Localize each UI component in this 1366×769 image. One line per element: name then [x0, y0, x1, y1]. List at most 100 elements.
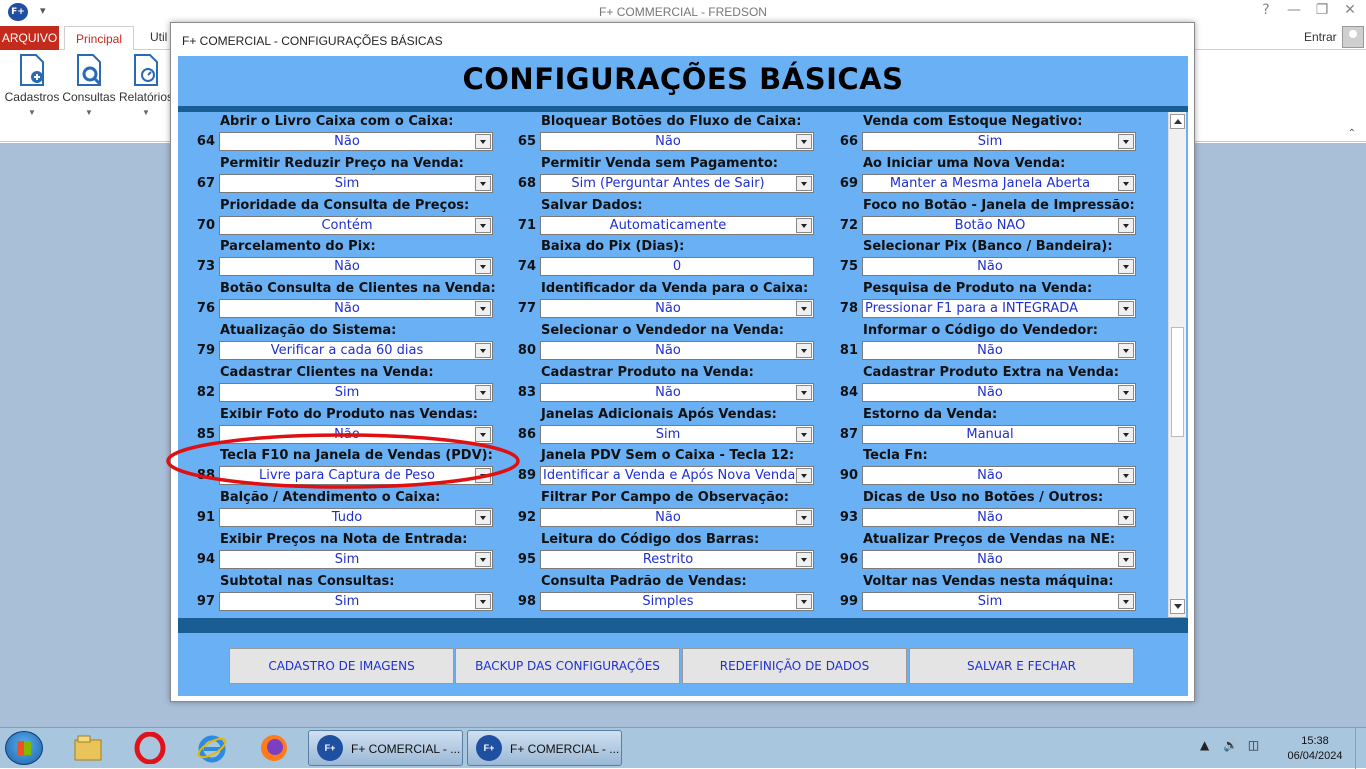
setting-combo-82[interactable]: Sim — [219, 383, 493, 402]
dropdown-arrow-icon[interactable] — [475, 218, 491, 233]
setting-combo-97[interactable]: Sim — [219, 592, 493, 611]
tab-principal[interactable]: Principal — [64, 26, 134, 51]
opera-icon[interactable] — [134, 732, 166, 764]
dropdown-arrow-icon[interactable] — [475, 510, 491, 525]
setting-combo-85[interactable]: Não — [219, 425, 493, 444]
dropdown-arrow-icon[interactable] — [1118, 301, 1134, 316]
dropdown-arrow-icon[interactable] — [1118, 510, 1134, 525]
internet-explorer-icon[interactable] — [196, 732, 228, 764]
dropdown-arrow-icon[interactable] — [475, 468, 491, 483]
close-icon[interactable]: ✕ — [1338, 2, 1362, 18]
setting-combo-80[interactable]: Não — [540, 341, 814, 360]
setting-combo-90[interactable]: Não — [862, 466, 1136, 485]
start-button[interactable] — [5, 731, 43, 765]
dropdown-arrow-icon[interactable] — [475, 259, 491, 274]
dropdown-arrow-icon[interactable] — [475, 427, 491, 442]
setting-combo-86[interactable]: Sim — [540, 425, 814, 444]
firefox-icon[interactable] — [258, 732, 290, 764]
show-desktop-button[interactable] — [1355, 728, 1366, 769]
setting-combo-96[interactable]: Não — [862, 550, 1136, 569]
dropdown-arrow-icon[interactable] — [796, 552, 812, 567]
setting-combo-75[interactable]: Não — [862, 257, 1136, 276]
setting-combo-81[interactable]: Não — [862, 341, 1136, 360]
dropdown-arrow-icon[interactable] — [1118, 343, 1134, 358]
dropdown-arrow-icon[interactable] — [796, 594, 812, 609]
setting-combo-84[interactable]: Não — [862, 383, 1136, 402]
dropdown-arrow-icon[interactable] — [796, 385, 812, 400]
network-icon[interactable]: ◫ — [1248, 738, 1259, 752]
clock[interactable]: 15:38 06/04/2024 — [1280, 734, 1350, 764]
tray-expand-icon[interactable]: ▲ — [1200, 738, 1209, 752]
chevron-up-icon[interactable]: ⌃ — [1348, 128, 1356, 139]
dropdown-arrow-icon[interactable] — [475, 343, 491, 358]
tab-arquivo[interactable]: ARQUIVO — [0, 26, 59, 50]
setting-combo-72[interactable]: Botão NÃO — [862, 216, 1136, 235]
minimize-icon[interactable]: — — [1282, 2, 1306, 18]
cadastros-button[interactable]: Cadastros ▼ — [4, 54, 60, 117]
settings-scroll-area[interactable]: Abrir o Livro Caixa com o Caixa: 64 Não Blo… — [178, 112, 1188, 617]
scroll-up-icon[interactable] — [1170, 114, 1185, 129]
cadastro-de-imagens-button[interactable]: CADASTRO DE IMAGENS — [229, 648, 454, 684]
backup-configuracoes-button[interactable]: BACKUP DAS CONFIGURAÇÕES — [455, 648, 680, 684]
setting-combo-64[interactable]: Não — [219, 132, 493, 151]
sign-in-link[interactable]: Entrar — [1304, 30, 1337, 44]
setting-combo-78[interactable]: Pressionar F1 para a INTEGRADA — [862, 299, 1136, 318]
setting-combo-71[interactable]: Automaticamente — [540, 216, 814, 235]
dropdown-arrow-icon[interactable] — [475, 594, 491, 609]
setting-input-74[interactable]: 0 — [540, 257, 814, 276]
consultas-button[interactable]: Consultas ▼ — [61, 54, 117, 117]
dropdown-arrow-icon[interactable] — [796, 134, 812, 149]
vertical-scrollbar[interactable] — [1168, 112, 1186, 617]
volume-icon[interactable]: 🔊 — [1223, 738, 1238, 752]
setting-combo-70[interactable]: Contém — [219, 216, 493, 235]
redefinicao-de-dados-button[interactable]: REDEFINIÇÃO DE DADOS — [682, 648, 907, 684]
dropdown-arrow-icon[interactable] — [1118, 218, 1134, 233]
dropdown-arrow-icon[interactable] — [1118, 468, 1134, 483]
setting-combo-92[interactable]: Não — [540, 508, 814, 527]
setting-combo-88[interactable]: Livre para Captura de Peso — [219, 466, 493, 485]
setting-combo-95[interactable]: Restrito — [540, 550, 814, 569]
dropdown-arrow-icon[interactable] — [1118, 259, 1134, 274]
setting-combo-79[interactable]: Verificar a cada 60 dias — [219, 341, 493, 360]
dropdown-arrow-icon[interactable] — [1118, 427, 1134, 442]
dropdown-arrow-icon[interactable] — [475, 301, 491, 316]
setting-combo-87[interactable]: Manual — [862, 425, 1136, 444]
setting-combo-98[interactable]: Simples — [540, 592, 814, 611]
setting-combo-93[interactable]: Não — [862, 508, 1136, 527]
dropdown-arrow-icon[interactable] — [475, 176, 491, 191]
setting-combo-66[interactable]: Sim — [862, 132, 1136, 151]
windows-explorer-icon[interactable] — [72, 732, 104, 764]
salvar-e-fechar-button[interactable]: SALVAR E FECHAR — [909, 648, 1134, 684]
setting-combo-94[interactable]: Sim — [219, 550, 493, 569]
dropdown-arrow-icon[interactable] — [1118, 594, 1134, 609]
dropdown-arrow-icon[interactable] — [1118, 176, 1134, 191]
dropdown-arrow-icon[interactable] — [796, 301, 812, 316]
setting-combo-77[interactable]: Não — [540, 299, 814, 318]
restore-icon[interactable]: ❐ — [1310, 2, 1334, 18]
setting-combo-91[interactable]: Tudo — [219, 508, 493, 527]
dropdown-arrow-icon[interactable] — [475, 385, 491, 400]
dropdown-arrow-icon[interactable] — [475, 134, 491, 149]
help-icon[interactable]: ? — [1254, 2, 1278, 18]
avatar[interactable] — [1342, 26, 1364, 48]
tab-util[interactable]: Util — [150, 30, 167, 44]
dropdown-arrow-icon[interactable] — [1118, 134, 1134, 149]
dropdown-arrow-icon[interactable] — [1118, 552, 1134, 567]
dropdown-arrow-icon[interactable] — [475, 552, 491, 567]
dropdown-arrow-icon[interactable] — [796, 427, 812, 442]
dropdown-arrow-icon[interactable] — [796, 343, 812, 358]
scroll-down-icon[interactable] — [1170, 599, 1185, 614]
setting-combo-69[interactable]: Manter a Mesma Janela Aberta — [862, 174, 1136, 193]
taskbar-item-fcomercial-1[interactable]: F+ F+ COMERCIAL - ... — [308, 730, 463, 766]
dropdown-arrow-icon[interactable] — [1118, 385, 1134, 400]
dropdown-arrow-icon[interactable] — [796, 510, 812, 525]
setting-combo-73[interactable]: Não — [219, 257, 493, 276]
dropdown-arrow-icon[interactable] — [796, 218, 812, 233]
setting-combo-99[interactable]: Sim — [862, 592, 1136, 611]
dropdown-arrow-icon[interactable] — [796, 176, 812, 191]
setting-combo-67[interactable]: Sim — [219, 174, 493, 193]
taskbar-item-fcomercial-2[interactable]: F+ F+ COMERCIAL - ... — [467, 730, 622, 766]
relatorios-button[interactable]: Relatórios ▼ — [118, 54, 174, 117]
setting-combo-89[interactable]: Identificar a Venda e Após Nova Venda — [540, 466, 814, 485]
setting-combo-68[interactable]: Sim (Perguntar Antes de Sair) — [540, 174, 814, 193]
